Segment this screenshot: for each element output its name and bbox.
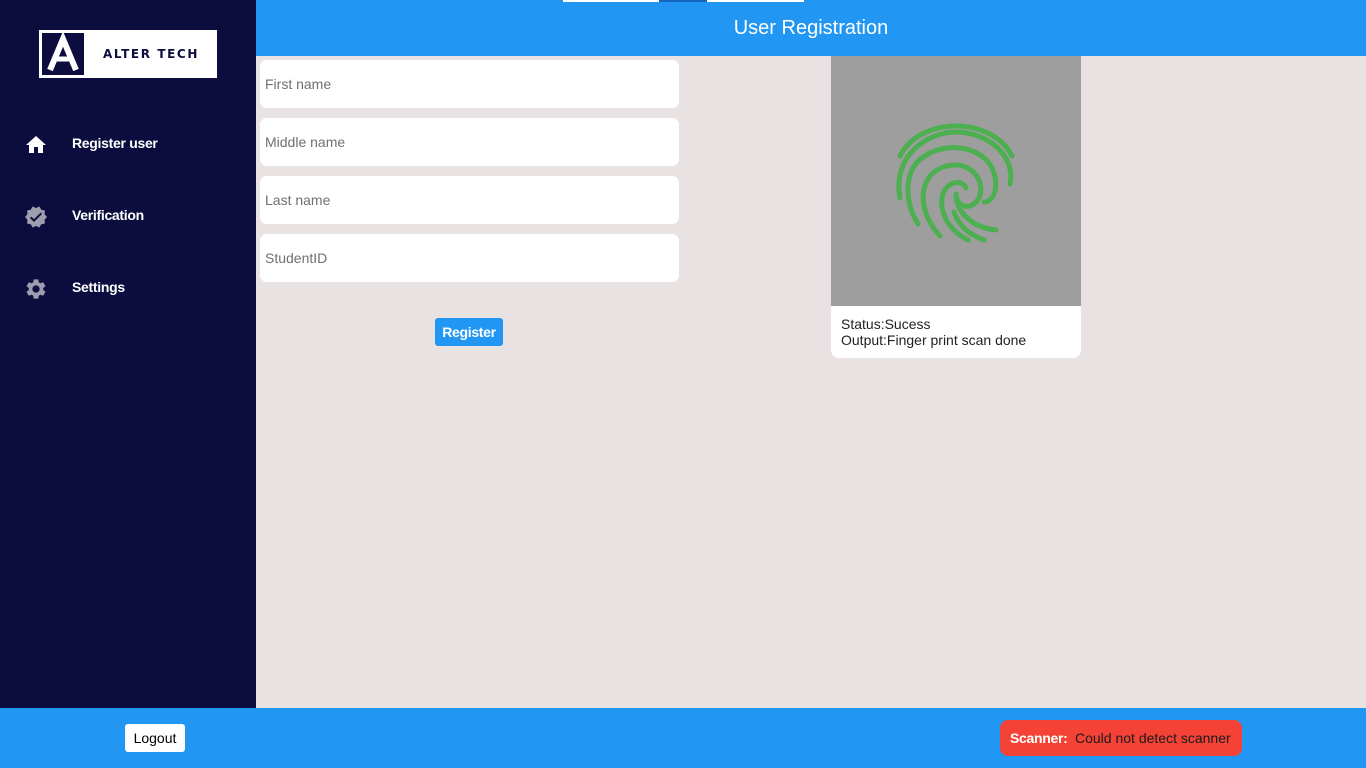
scanner-status-badge: Scanner: Could not detect scanner bbox=[1000, 720, 1242, 756]
logout-button[interactable]: Logout bbox=[125, 724, 185, 752]
sidebar-item-label: Verification bbox=[72, 207, 144, 223]
home-icon bbox=[26, 136, 46, 153]
first-name-field[interactable] bbox=[260, 60, 679, 108]
verified-badge-icon bbox=[25, 206, 47, 228]
middle-name-field[interactable] bbox=[260, 118, 679, 166]
sidebar: ALTER TECH Register user Verification Se… bbox=[0, 0, 256, 708]
register-button[interactable]: Register bbox=[435, 318, 503, 346]
header-bar: User Registration bbox=[256, 0, 1366, 56]
brand-logo: ALTER TECH bbox=[38, 29, 218, 79]
scanner-message: Could not detect scanner bbox=[1075, 730, 1231, 746]
sidebar-item-label: Register user bbox=[72, 135, 158, 151]
tab-indicator-active bbox=[659, 0, 707, 2]
sidebar-item-verification[interactable]: Verification bbox=[0, 194, 256, 238]
sidebar-item-label: Settings bbox=[72, 279, 125, 295]
fingerprint-scan-area bbox=[831, 56, 1081, 306]
scan-output-text: Output:Finger print scan done bbox=[841, 332, 1027, 348]
scan-status-card: Status:Sucess Output:Finger print scan d… bbox=[831, 306, 1081, 358]
fingerprint-icon bbox=[896, 123, 1015, 243]
sidebar-item-register-user[interactable]: Register user bbox=[0, 122, 256, 166]
brand-name: ALTER TECH bbox=[103, 47, 199, 61]
logo-mark-icon bbox=[42, 31, 84, 75]
page-title: User Registration bbox=[733, 17, 889, 39]
sidebar-item-settings[interactable]: Settings bbox=[0, 266, 256, 310]
scan-status-text: Status:Sucess bbox=[841, 316, 931, 332]
footer-bar: Logout Scanner: Could not detect scanner bbox=[0, 708, 1366, 768]
tab-indicator-left bbox=[563, 0, 659, 2]
scanner-label: Scanner: bbox=[1010, 730, 1068, 746]
student-id-field[interactable] bbox=[260, 234, 679, 282]
last-name-field[interactable] bbox=[260, 176, 679, 224]
tab-indicator-right bbox=[707, 0, 804, 2]
gear-icon bbox=[26, 279, 46, 299]
